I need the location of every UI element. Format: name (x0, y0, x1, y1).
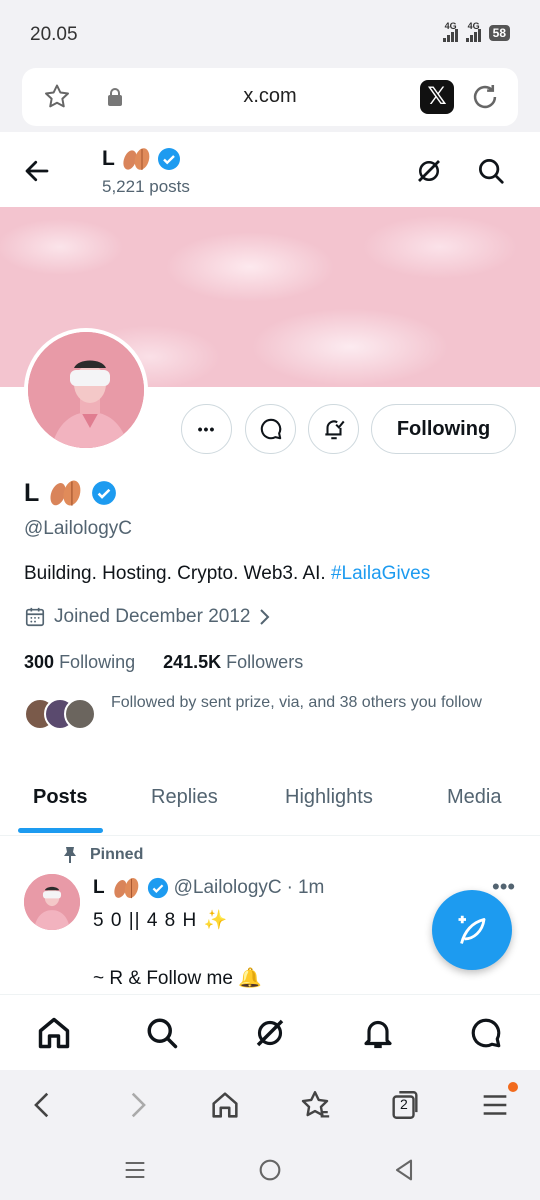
recent-apps-icon[interactable] (121, 1156, 149, 1184)
browser-back-icon[interactable] (26, 1088, 60, 1122)
leaf-emoji-icon (50, 480, 81, 506)
more-options-button[interactable]: ••• (181, 404, 232, 454)
followed-by-text: Followed by sent prize, via, and 38 othe… (111, 694, 482, 711)
hamburger-menu-icon (483, 1095, 507, 1115)
chevron-right-icon (260, 609, 270, 625)
post-author-avatar[interactable] (24, 874, 80, 930)
avatar (64, 698, 96, 730)
notifications-toggle-button[interactable] (308, 404, 359, 454)
profile-display-name: L (24, 478, 117, 508)
status-time: 20.05 (30, 24, 78, 45)
following-count-link[interactable]: 300 Following (24, 652, 135, 673)
message-button[interactable] (245, 404, 296, 454)
compose-feather-icon (458, 915, 486, 944)
follower-avatars (24, 698, 96, 734)
browser-forward-icon[interactable] (120, 1088, 154, 1122)
tab-posts[interactable]: Posts (33, 786, 87, 809)
profile-avatar[interactable] (24, 328, 148, 452)
reload-icon[interactable] (468, 80, 502, 114)
battery-icon: 58 (488, 25, 510, 41)
system-back-icon[interactable] (390, 1156, 418, 1184)
verified-badge-icon (157, 148, 180, 170)
status-icons: 4G 4G 58 (442, 21, 510, 42)
followed-by[interactable]: Followed by sent prize, via, and 38 othe… (24, 694, 514, 740)
x-profile-page: L 5,221 posts ••• Following L @Lailology… (0, 132, 540, 1070)
back-arrow-icon[interactable] (22, 156, 52, 186)
tab-count: 2 (400, 1096, 408, 1112)
post-header: L @LailologyC · 1m (93, 877, 325, 899)
search-icon[interactable] (144, 1015, 180, 1051)
active-tab-indicator (18, 828, 103, 833)
grok-icon[interactable] (252, 1015, 288, 1051)
tab-media[interactable]: Media (447, 786, 501, 809)
more-dots-icon: ••• (197, 421, 216, 437)
followers-count-link[interactable]: 241.5K Followers (163, 652, 303, 673)
leaf-emoji-icon (113, 878, 138, 899)
x-app-icon[interactable]: 𝕏 (420, 80, 454, 114)
grok-icon[interactable] (414, 156, 444, 186)
bell-check-icon (324, 420, 345, 440)
follow-counts: 300 Following 241.5K Followers (24, 652, 303, 673)
hashtag-link[interactable]: #LailaGives (331, 563, 430, 584)
browser-menu-button[interactable] (478, 1082, 518, 1122)
browser-toolbar: 2 (0, 1070, 540, 1140)
following-button[interactable]: Following (371, 404, 516, 454)
header-name: L (102, 146, 181, 172)
verified-badge-icon (147, 877, 168, 899)
message-bubble-icon (260, 418, 281, 440)
home-icon[interactable] (36, 1015, 72, 1051)
pinned-label: Pinned (62, 846, 143, 864)
verified-badge-icon (92, 481, 117, 505)
app-bottom-nav (0, 994, 540, 1070)
tab-highlights[interactable]: Highlights (285, 786, 373, 809)
signal-2-icon: 4G (465, 21, 481, 42)
tab-replies[interactable]: Replies (151, 786, 218, 809)
status-bar: 20.05 4G 4G 58 (0, 0, 540, 66)
browser-home-icon[interactable] (208, 1088, 242, 1122)
header-post-count: 5,221 posts (102, 177, 190, 196)
post-text-line: 5 0 || 4 8 H ✨ (93, 910, 229, 931)
address-bar[interactable]: x.com 𝕏 (22, 68, 518, 126)
compose-post-button[interactable] (432, 890, 512, 970)
search-icon[interactable] (476, 156, 506, 186)
system-home-icon[interactable] (256, 1156, 284, 1184)
calendar-icon (25, 607, 45, 627)
system-navigation-bar (0, 1140, 540, 1200)
profile-tabs: Posts Replies Highlights Media (0, 772, 540, 836)
profile-top-nav: L 5,221 posts (0, 132, 540, 208)
profile-handle: @LailologyC (24, 518, 133, 539)
tabs-button[interactable]: 2 (388, 1088, 422, 1122)
messages-icon[interactable] (468, 1015, 504, 1051)
pin-icon (64, 847, 76, 863)
profile-bio: Building. Hosting. Crypto. Web3. AI. #La… (24, 563, 431, 584)
notification-dot (508, 1082, 518, 1092)
post-text-line: ~ R & Follow me 🔔 (93, 968, 262, 989)
bookmarks-star-icon[interactable] (298, 1088, 332, 1122)
post-more-button[interactable]: ••• (492, 874, 515, 900)
joined-date[interactable]: Joined December 2012 (24, 606, 272, 628)
notifications-bell-icon[interactable] (360, 1015, 396, 1051)
leaf-emoji-icon (123, 148, 150, 170)
signal-1-icon: 4G (442, 21, 458, 42)
